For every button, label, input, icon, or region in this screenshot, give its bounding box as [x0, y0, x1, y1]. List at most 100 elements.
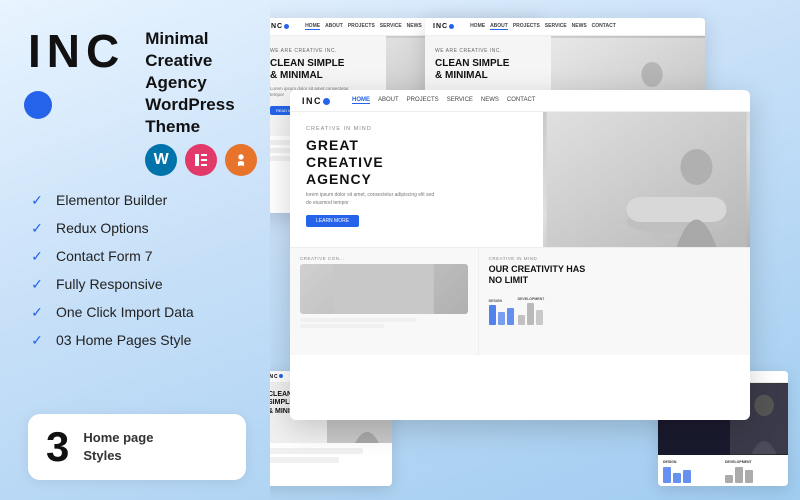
touch-icon — [225, 144, 257, 176]
mock-mid-nav: INC HOME ABOUT PROJECTS SERVICE NEWS CON… — [290, 90, 750, 112]
mock-nav-link: HOME — [470, 23, 485, 30]
list-item: ✓ Elementor Builder — [28, 186, 246, 214]
bar — [536, 310, 543, 325]
mock-hero-content-2: WE ARE CREATIVE INC. CLEAN SIMPLE& MINIM… — [435, 48, 509, 82]
check-icon: ✓ — [28, 303, 46, 321]
mock-mid-link: NEWS — [481, 97, 499, 104]
mock-mid-agency-title: GREATCREATIVEAGENCY — [306, 137, 527, 187]
chart-bars-dev — [518, 303, 545, 325]
mock-small-logo-1: INC — [270, 374, 283, 380]
mock-mid-link: SERVICE — [447, 97, 473, 104]
feature-label: 03 Home Pages Style — [56, 332, 191, 348]
badge-number: 3 — [46, 426, 69, 468]
logo-letters: INC — [28, 25, 125, 77]
touch-svg — [233, 152, 249, 168]
bar — [725, 475, 733, 483]
bar — [507, 308, 514, 325]
bar — [735, 467, 743, 483]
list-item: ✓ Redux Options — [28, 214, 246, 242]
mock-nav-logo-1: INC — [270, 23, 289, 30]
mock-nav-link: HOME — [305, 23, 320, 30]
list-item: ✓ Contact Form 7 — [28, 242, 246, 270]
chart-bars-2 — [725, 467, 783, 483]
mock-nav-2: INC HOME ABOUT PROJECTS SERVICE NEWS CON… — [425, 18, 705, 36]
chart-col-2: DEVELOPMENT — [725, 460, 783, 483]
title-line1: Minimal Creative Agency — [145, 29, 212, 92]
title-line2: WordPress Theme — [145, 95, 234, 136]
list-item: ✓ 03 Home Pages Style — [28, 326, 246, 354]
check-icon: ✓ — [28, 247, 46, 265]
mock-mid-agency-btn: LEARN MORE — [306, 215, 359, 227]
theme-title-area: Minimal Creative Agency WordPress Theme … — [145, 28, 257, 176]
mock-mid-agency-text: lorem ipsum dolor sit amet, consectetur … — [306, 192, 436, 207]
badge-line2: Styles — [83, 448, 121, 463]
mini-label: CREATIVE CON... — [300, 256, 468, 261]
chart-col-label-2: DEVELOPMENT — [725, 460, 783, 464]
logo-dot — [24, 91, 52, 119]
mock-mid-link: ABOUT — [378, 97, 399, 104]
badge-text: Home page Styles — [83, 429, 153, 465]
mock-nav-link: ABOUT — [325, 23, 343, 30]
chart-col-dev: DEVELOPMENT — [518, 297, 545, 325]
features-list: ✓ Elementor Builder ✓ Redux Options ✓ Co… — [28, 186, 246, 354]
mini-image-1 — [300, 264, 468, 314]
page-container: INC Minimal Creative Agency WordPress Th… — [0, 0, 800, 500]
bar — [527, 303, 534, 325]
mock-mid-agency-section: CREATIVE IN MIND GREATCREATIVEAGENCY lor… — [290, 112, 750, 247]
mock-mini-2: CREATIVE IN MIND OUR CREATIVITY HASNO LI… — [479, 248, 750, 355]
chart-col-1: DESIGN — [663, 460, 721, 483]
mock-mini-1: CREATIVE CON... — [290, 248, 479, 355]
mock-small-bottom-1 — [270, 443, 392, 471]
feature-label: Contact Form 7 — [56, 248, 152, 264]
bar — [518, 315, 525, 325]
bar — [489, 305, 496, 325]
chart-bars-1 — [663, 467, 721, 483]
chart-bars — [489, 305, 514, 325]
home-page-badge: 3 Home page Styles — [28, 414, 246, 480]
left-panel: INC Minimal Creative Agency WordPress Th… — [0, 0, 270, 500]
list-item: ✓ One Click Import Data — [28, 298, 246, 326]
title-row: Minimal Creative Agency WordPress Theme … — [141, 28, 257, 176]
content-row — [270, 457, 339, 463]
logo-text: INC — [28, 28, 125, 120]
bar — [683, 470, 691, 483]
check-icon: ✓ — [28, 275, 46, 293]
mock-mid-agency-tag: CREATIVE IN MIND — [306, 126, 527, 132]
feature-label: One Click Import Data — [56, 304, 194, 320]
bar — [673, 473, 681, 483]
mock-small2-bottom: DESIGN DEVELOPMENT — [658, 455, 788, 486]
elementor-svg — [193, 152, 209, 168]
mock-nav-link: SERVICE — [380, 23, 402, 30]
feature-label: Fully Responsive — [56, 276, 163, 292]
mock-mid-link: HOME — [352, 97, 370, 104]
mockup-main: INC HOME ABOUT PROJECTS SERVICE NEWS CON… — [290, 90, 750, 420]
mock-mid-link: CONTACT — [507, 97, 536, 104]
mock-hero-tag-2: WE ARE CREATIVE INC. — [435, 48, 509, 54]
mock-nav-link: SERVICE — [545, 23, 567, 30]
chart-col-design: DESIGN — [489, 299, 514, 325]
mini-title-2: OUR CREATIVITY HASNO LIMIT — [489, 264, 740, 286]
mock-nav-link: NEWS — [572, 23, 587, 30]
bar — [663, 467, 671, 483]
chart-label-dev: DEVELOPMENT — [518, 297, 545, 301]
logo-group: INC — [28, 28, 125, 120]
mock-hero-title-2: CLEAN SIMPLE& MINIMAL — [435, 58, 509, 82]
mock-mid-agency-right — [543, 112, 750, 247]
mock-hero-title-1: CLEAN SIMPLE& MINIMAL — [270, 58, 350, 82]
feature-label: Elementor Builder — [56, 192, 167, 208]
mock-nav-link: PROJECTS — [348, 23, 375, 30]
badge-line1: Home page — [83, 430, 153, 445]
theme-icons: W — [145, 144, 257, 176]
right-panel: INC HOME ABOUT PROJECTS SERVICE NEWS CON… — [270, 0, 800, 500]
mini-chart: DESIGN DEVELOPMENT — [489, 290, 740, 325]
mock-nav-links-2: HOME ABOUT PROJECTS SERVICE NEWS CONTACT — [470, 23, 616, 30]
mockup-container: INC HOME ABOUT PROJECTS SERVICE NEWS CON… — [270, 10, 790, 490]
check-icon: ✓ — [28, 331, 46, 349]
mock-mid-links: HOME ABOUT PROJECTS SERVICE NEWS CONTACT — [352, 97, 535, 104]
mini-label-2: CREATIVE IN MIND — [489, 256, 740, 261]
mini-svg-1 — [300, 264, 468, 314]
mock-mid-agency-left: CREATIVE IN MIND GREATCREATIVEAGENCY lor… — [290, 112, 543, 247]
mock-nav-link: PROJECTS — [513, 23, 540, 30]
theme-title: Minimal Creative Agency WordPress Theme — [145, 28, 257, 138]
mini-text-row — [300, 318, 417, 322]
